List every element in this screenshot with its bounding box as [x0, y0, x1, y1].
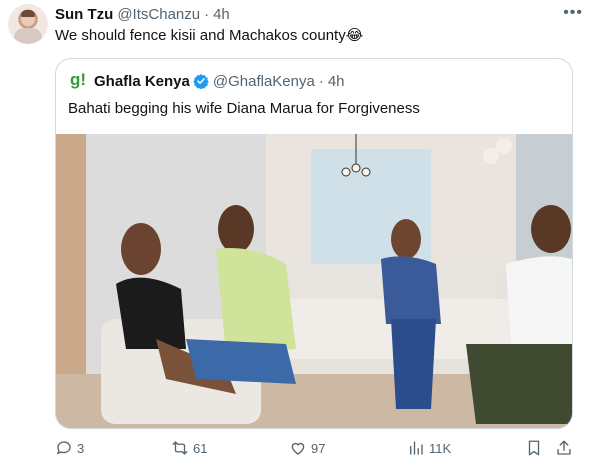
author-avatar[interactable]	[8, 4, 48, 44]
retweet-button[interactable]: 61	[171, 436, 207, 460]
bookmark-button[interactable]	[525, 436, 547, 460]
quoted-timestamp[interactable]: 4h	[328, 73, 345, 90]
tweet-text: We should fence kisii and Machakos count…	[55, 27, 364, 44]
avatar-shirt	[14, 28, 42, 44]
tweet-header: Sun Tzu @ItsChanzu · 4h	[55, 5, 230, 23]
author-name[interactable]: Sun Tzu	[55, 6, 113, 23]
like-count: 97	[311, 440, 326, 456]
tweet[interactable]: Sun Tzu @ItsChanzu · 4h ••• We should fe…	[0, 0, 601, 472]
heart-icon	[291, 442, 305, 455]
bookmark-icon	[528, 440, 540, 456]
header-separator: ·	[204, 5, 210, 23]
video-still[interactable]	[56, 134, 572, 428]
verified-badge-icon	[193, 74, 209, 89]
action-bar: 3 61 97 11K	[55, 436, 575, 460]
like-button[interactable]: 97	[289, 436, 325, 460]
views-button[interactable]: 11K	[407, 436, 451, 460]
reply-icon	[56, 441, 71, 455]
tweet-timestamp[interactable]: 4h	[213, 6, 230, 23]
quoted-author-avatar[interactable]: g!	[68, 71, 88, 91]
quoted-author-name[interactable]: Ghafla Kenya	[94, 73, 190, 90]
quoted-header: g! Ghafla Kenya @GhaflaKenya · 4h	[68, 71, 345, 91]
retweet-count: 61	[193, 440, 208, 456]
quoted-text: Bahati begging his wife Diana Marua for …	[68, 100, 420, 117]
reply-count: 3	[77, 440, 85, 456]
video-scene	[56, 134, 572, 428]
avatar-hair	[21, 10, 35, 17]
views-icon	[410, 441, 423, 455]
reply-button[interactable]: 3	[55, 436, 84, 460]
share-button[interactable]	[555, 436, 577, 460]
views-count: 11K	[429, 440, 452, 456]
more-icon[interactable]: •••	[563, 4, 583, 22]
retweet-icon	[172, 441, 188, 455]
author-handle[interactable]: @ItsChanzu	[117, 6, 200, 23]
quoted-author-handle[interactable]: @GhaflaKenya	[213, 73, 315, 90]
quoted-separator: ·	[318, 72, 324, 90]
share-icon	[557, 440, 571, 455]
quoted-tweet[interactable]: g! Ghafla Kenya @GhaflaKenya · 4h Bahati…	[55, 58, 573, 429]
